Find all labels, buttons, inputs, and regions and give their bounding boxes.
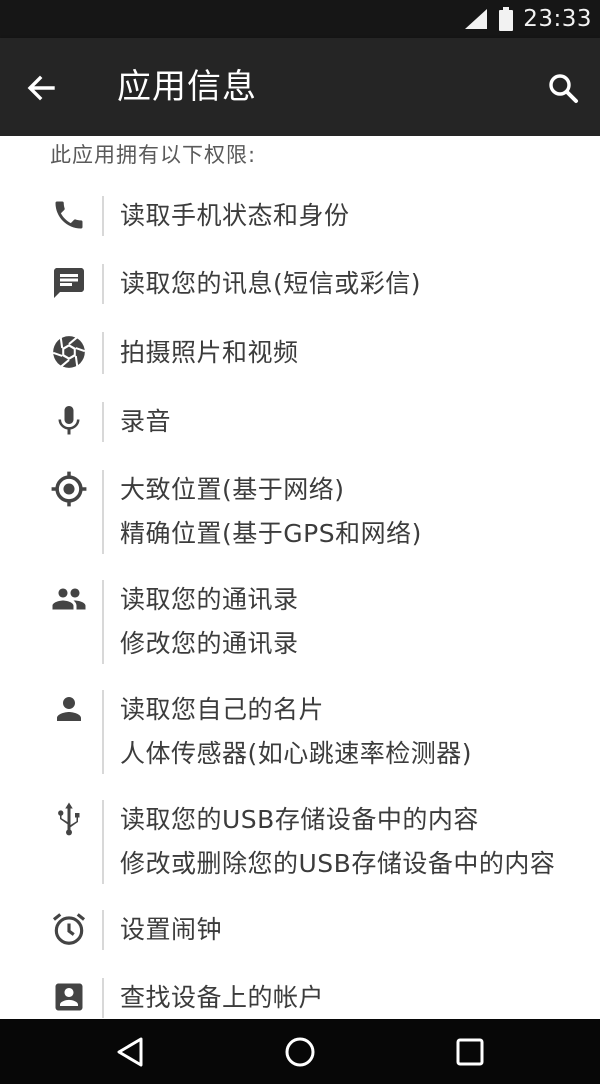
- permission-usb-storage: 读取您的USB存储设备中的内容 修改或删除您的USB存储设备中的内容: [0, 786, 600, 896]
- permissions-intro: 此应用拥有以下权限:: [50, 143, 257, 167]
- permission-line: 拍摄照片和视频: [120, 338, 299, 367]
- permission-profile-sensors: 读取您自己的名片 人体传感器(如心跳速率检测器): [0, 676, 600, 786]
- battery-icon: [499, 7, 514, 31]
- permissions-content[interactable]: 此应用拥有以下权限: 读取手机状态和身份 读取您的讯息(短信或彩信) 拍摄照片和…: [0, 136, 600, 1019]
- permission-line: 设置闹钟: [120, 915, 223, 944]
- permission-camera: 拍摄照片和视频: [0, 318, 600, 388]
- permission-line: 精确位置(基于GPS和网络): [120, 519, 422, 548]
- alarm-icon: [46, 906, 92, 952]
- permission-contacts: 读取您的通讯录 修改您的通讯录: [0, 566, 600, 676]
- permission-alarm: 设置闹钟: [0, 896, 600, 964]
- nav-recents-icon: [456, 1038, 484, 1066]
- microphone-icon: [46, 398, 92, 444]
- permission-line: 读取您的通讯录: [120, 585, 299, 614]
- phone-icon: [46, 192, 92, 238]
- person-icon: [46, 686, 92, 732]
- page-title: 应用信息: [117, 67, 257, 107]
- camera-aperture-icon: [46, 329, 92, 375]
- permission-line: 大致位置(基于网络): [120, 475, 345, 504]
- usb-icon: [46, 796, 92, 842]
- account-icon: [46, 974, 92, 1019]
- nav-recents-button[interactable]: [440, 1027, 500, 1077]
- location-icon: [46, 466, 92, 512]
- nav-back-icon: [117, 1037, 143, 1067]
- permission-line: 查找设备上的帐户: [120, 983, 325, 1012]
- permission-line: 人体传感器(如心跳速率检测器): [120, 739, 473, 768]
- permission-line: 读取您的USB存储设备中的内容: [120, 805, 479, 834]
- permission-microphone: 录音: [0, 388, 600, 456]
- status-bar: 23:33: [0, 0, 600, 38]
- permission-list: 读取手机状态和身份 读取您的讯息(短信或彩信) 拍摄照片和视频 录音 大致位置(…: [0, 182, 600, 1019]
- signal-icon: [463, 8, 489, 30]
- nav-home-icon: [285, 1037, 315, 1067]
- permission-location: 大致位置(基于网络) 精确位置(基于GPS和网络): [0, 456, 600, 566]
- contacts-icon: [46, 576, 92, 622]
- status-icons: 23:33: [463, 0, 592, 38]
- search-button[interactable]: [538, 63, 588, 113]
- permission-line: 读取手机状态和身份: [120, 201, 350, 230]
- nav-back-button[interactable]: [100, 1027, 160, 1077]
- permission-accounts: 查找设备上的帐户: [0, 964, 600, 1019]
- arrow-back-icon: [27, 75, 55, 101]
- permission-line: 读取您自己的名片: [120, 695, 325, 724]
- app-bar: 应用信息: [0, 38, 600, 136]
- permission-line: 修改或删除您的USB存储设备中的内容: [120, 849, 556, 878]
- message-icon: [46, 260, 92, 306]
- permission-line: 读取您的讯息(短信或彩信): [120, 269, 422, 298]
- permission-line: 录音: [120, 407, 172, 436]
- navigation-bar: [0, 1019, 600, 1084]
- permission-phone-state: 读取手机状态和身份: [0, 182, 600, 250]
- back-button[interactable]: [16, 63, 66, 113]
- permission-line: 修改您的通讯录: [120, 629, 299, 658]
- status-time: 23:33: [523, 6, 592, 32]
- nav-home-button[interactable]: [270, 1027, 330, 1077]
- search-icon: [549, 74, 578, 103]
- permission-messages: 读取您的讯息(短信或彩信): [0, 250, 600, 318]
